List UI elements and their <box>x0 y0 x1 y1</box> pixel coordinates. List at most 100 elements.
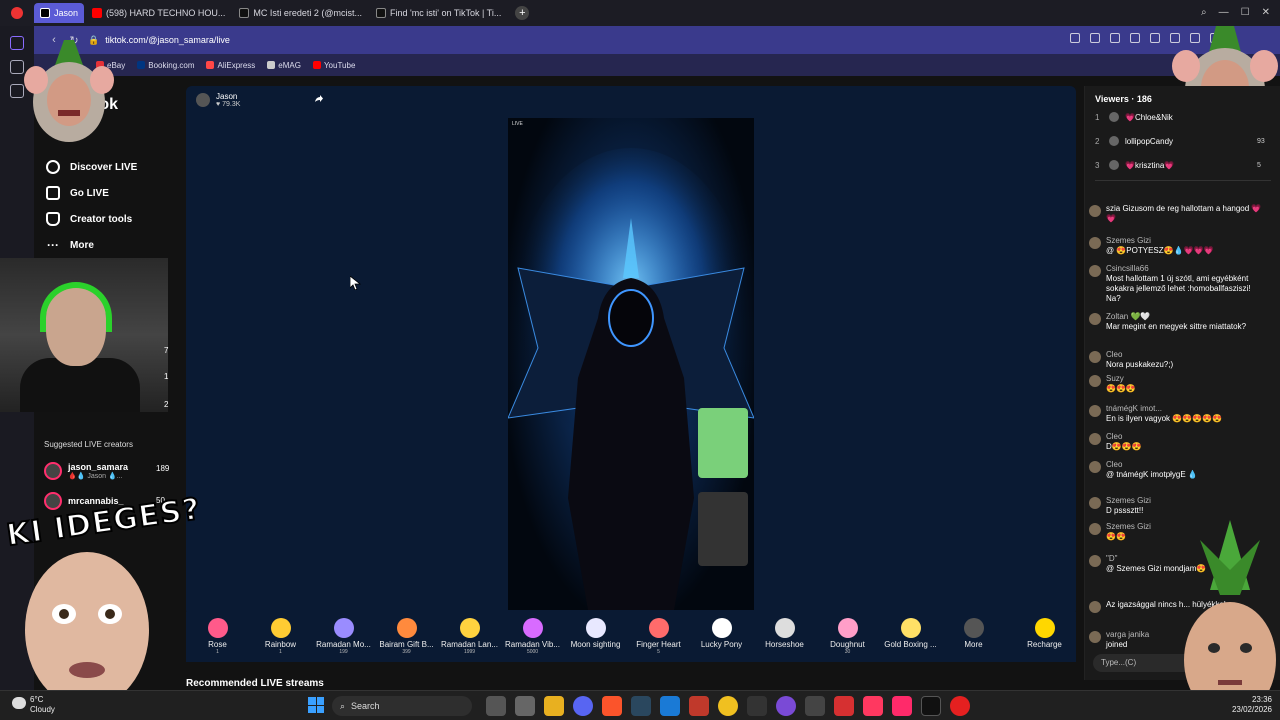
clock[interactable]: 23:36 23/02/2026 <box>1222 695 1272 715</box>
gift-item[interactable]: More <box>942 612 1005 662</box>
close-icon[interactable]: ✕ <box>1262 7 1270 18</box>
app-icon[interactable] <box>660 696 680 716</box>
suggested-creators-header: Suggested LIVE creators <box>44 440 133 449</box>
chat-username: Zoltan 💚🤍 <box>1106 312 1151 321</box>
start-button[interactable] <box>308 697 324 713</box>
guest-video[interactable] <box>698 492 748 566</box>
tab-youtube[interactable]: (598) HARD TECHNO HOU... <box>86 3 231 23</box>
tab-mcisti[interactable]: MC Isti eredeti 2 (@mcist... <box>233 3 368 23</box>
play-icon[interactable] <box>1150 33 1160 43</box>
steam-icon[interactable] <box>631 696 651 716</box>
new-tab-button[interactable]: + <box>515 6 530 20</box>
gift-item[interactable]: Horseshoe <box>753 612 816 662</box>
gift-item[interactable]: Ramadan Mo... 199 <box>312 612 375 662</box>
weather-widget[interactable]: 6°C Cloudy <box>12 695 55 715</box>
app-icon[interactable] <box>689 696 709 716</box>
edit-icon[interactable] <box>1090 33 1100 43</box>
bookmark-label: eMAG <box>278 60 301 70</box>
back-icon[interactable] <box>10 60 24 74</box>
gift-item[interactable]: Ramadan Vib... 5000 <box>501 612 564 662</box>
minimize-icon[interactable]: — <box>1219 7 1229 18</box>
viewer-count: 189 <box>156 464 170 473</box>
gift-label: Recharge <box>1027 640 1062 649</box>
viewer-score: 93 <box>1257 138 1265 145</box>
gift-item[interactable]: Recharge <box>1013 612 1076 662</box>
opera-icon[interactable] <box>950 696 970 716</box>
gift-item[interactable]: Ramadan Lan... 1999 <box>438 612 501 662</box>
bookmark-aliexpress[interactable]: AliExpress <box>206 61 255 70</box>
gift-item[interactable]: Doughnut 30 <box>816 612 879 662</box>
chat-message[interactable]: Csincsilla66 Most hallottam 1 új szótl, a… <box>1089 264 1265 304</box>
app-icon[interactable] <box>515 696 535 716</box>
chat-message[interactable]: Szemes Gizi @ 😍POTYESZ😍💧💗💗💗 <box>1089 236 1265 256</box>
chat-message[interactable]: szia Gizusom de reg hallottam a hangod 💗… <box>1089 204 1265 224</box>
host-avatar[interactable] <box>196 93 210 107</box>
url-field[interactable]: tiktok.com/@jason_samara/live <box>105 35 230 45</box>
app-icon[interactable] <box>718 696 738 716</box>
chat-message[interactable]: Szemes Gizi D psssztt!! <box>1089 496 1265 516</box>
share-icon[interactable] <box>314 94 324 104</box>
sidebar-item-creator-tools[interactable]: Creator tools <box>46 212 132 226</box>
tiktok-icon[interactable] <box>921 696 941 716</box>
gift-item[interactable]: Moon sighting <box>564 612 627 662</box>
host-info[interactable]: Jason ♥ 79.3K <box>196 92 240 108</box>
rank: 1 <box>1095 112 1100 122</box>
app-icon[interactable] <box>805 696 825 716</box>
suggested-creator[interactable]: jason_samara 🩸💧 Jason 💧... 189 <box>44 462 169 480</box>
guest-video[interactable] <box>698 408 748 478</box>
search-tabs-icon[interactable]: ⌕ <box>1201 7 1207 18</box>
video-player[interactable]: LIVE <box>508 118 754 610</box>
chat-message[interactable]: Zoltan 💚🤍 Mar megint en megyek sittre mia… <box>1089 312 1265 332</box>
star-icon[interactable] <box>10 84 24 98</box>
app-icon[interactable] <box>834 696 854 716</box>
top-viewer-row[interactable]: 3 💗krisztina💗 <box>1095 160 1174 170</box>
top-viewer-row[interactable]: 2 lollipopCandy <box>1095 136 1173 146</box>
sidebar-item-more[interactable]: ··· More <box>46 238 94 252</box>
sidebar-item-go-live[interactable]: Go LIVE <box>46 186 109 200</box>
gift-item[interactable]: Finger Heart 5 <box>627 612 690 662</box>
discord-icon[interactable] <box>573 696 593 716</box>
obs-icon[interactable] <box>776 696 796 716</box>
tab-find[interactable]: Find 'mc isti' on TikTok | Ti... <box>370 3 507 23</box>
top-viewer-row[interactable]: 1 💗Chloe&Nik <box>1095 112 1173 122</box>
gift-price: 5 <box>657 649 660 655</box>
gift-item[interactable]: Rose 1 <box>186 612 249 662</box>
gift-item[interactable]: Lucky Pony <box>690 612 753 662</box>
brave-icon[interactable] <box>602 696 622 716</box>
gift-item[interactable]: Gold Boxing ... <box>879 612 942 662</box>
viewer-count: 1 <box>164 372 169 381</box>
bookmark-booking[interactable]: Booking.com <box>137 61 194 70</box>
emag-icon <box>267 61 276 69</box>
gift-item[interactable]: Rainbow 1 <box>249 612 312 662</box>
task-view-icon[interactable] <box>486 696 506 716</box>
app-icon[interactable] <box>892 696 912 716</box>
browser-menu-icon[interactable] <box>0 0 34 26</box>
gift-price: 199 <box>339 649 348 655</box>
bookmark-label: YouTube <box>323 60 356 70</box>
taskbar-search[interactable]: ⌕ Search <box>332 696 472 716</box>
bookmark-youtube[interactable]: YouTube <box>312 60 356 70</box>
chat-message[interactable]: Suzy 😍😍😍 <box>1089 374 1265 394</box>
app-icon[interactable] <box>863 696 883 716</box>
sidebar-item-discover-live[interactable]: Discover LIVE <box>46 160 137 174</box>
file-explorer-icon[interactable] <box>544 696 564 716</box>
camera-icon[interactable] <box>1110 33 1120 43</box>
chat-message[interactable]: Cleo Nora puskakezu?;) <box>1089 350 1265 370</box>
chat-message[interactable]: Cleo D😍😍😍 <box>1089 432 1265 452</box>
bookmark-emag[interactable]: eMAG <box>267 61 301 70</box>
home-icon[interactable] <box>10 36 24 50</box>
gift-item[interactable]: Bairam Gift B... 399 <box>375 612 438 662</box>
app-icon[interactable] <box>747 696 767 716</box>
maximize-icon[interactable]: ☐ <box>1241 7 1250 18</box>
search-icon: ⌕ <box>340 700 346 711</box>
vpn-icon[interactable] <box>1130 33 1140 43</box>
tab-jason[interactable]: Jason <box>34 3 85 23</box>
search-icon[interactable] <box>1070 33 1080 43</box>
chat-message[interactable]: Cleo @ tnámégK imotpłygE 💧 <box>1089 460 1265 480</box>
viewers-count[interactable]: Viewers · 186 <box>1095 94 1152 104</box>
gift-label: More <box>964 640 983 649</box>
streamer-body <box>20 358 140 412</box>
live-stream-panel: Jason ♥ 79.3K LIVE <box>186 86 1076 616</box>
viewer-count: 7 <box>164 346 169 355</box>
chat-message[interactable]: tnámégK imot... En is ilyen vagyok 😍😍😍😍😍 <box>1089 404 1265 424</box>
